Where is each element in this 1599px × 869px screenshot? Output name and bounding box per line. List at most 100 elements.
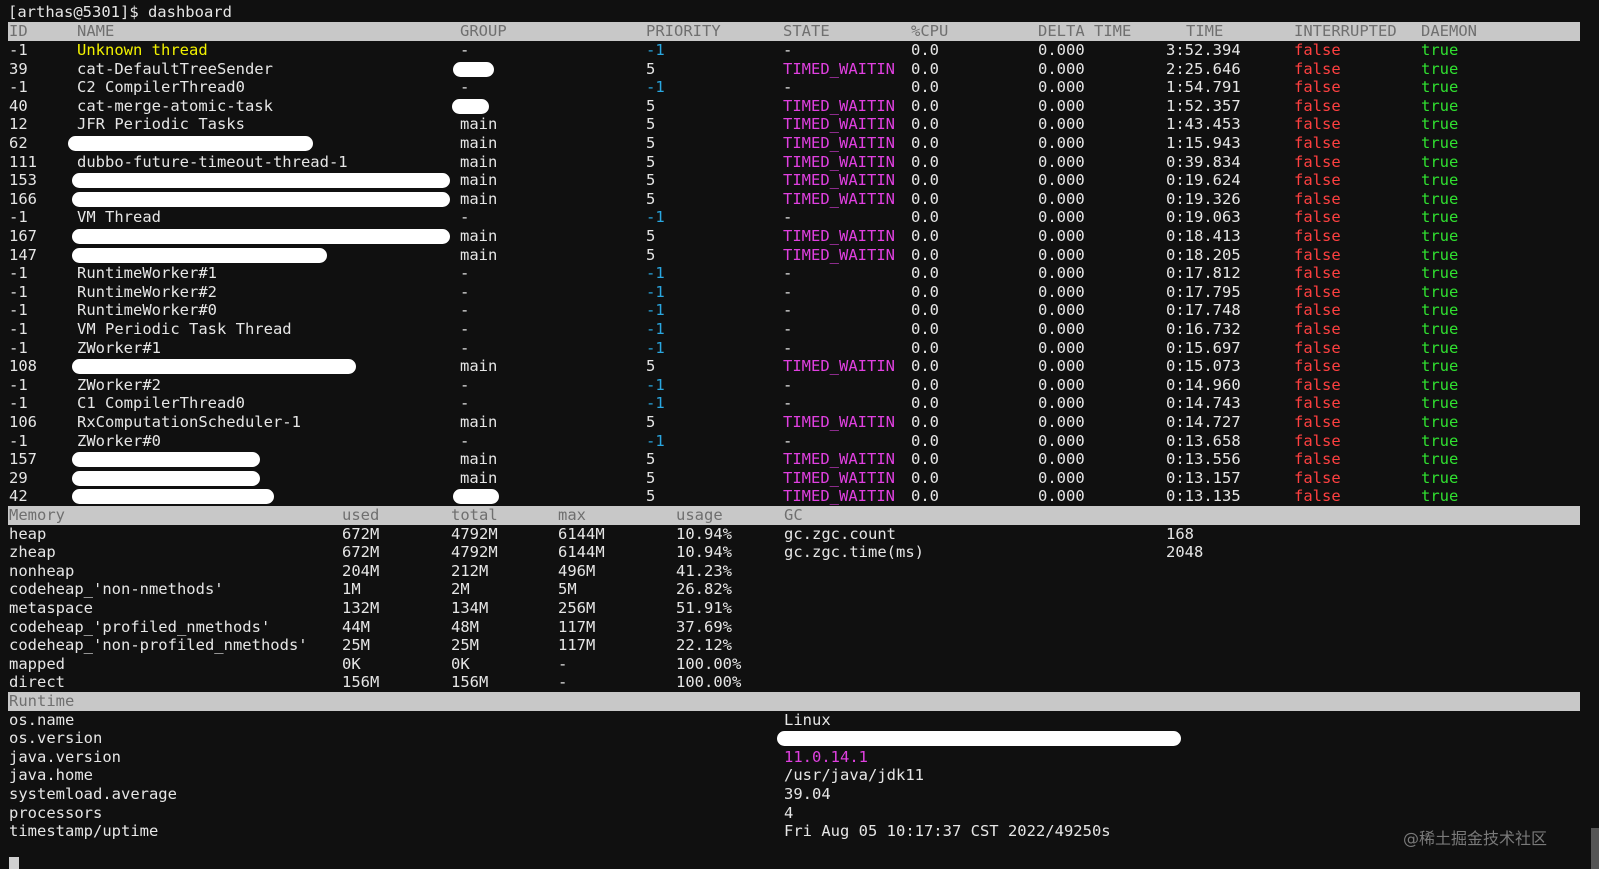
thread-name-cell: VM Periodic Task Thread [77, 320, 292, 338]
thread-header-cell: DAEMON [1421, 22, 1477, 40]
thread-daemon-cell: true [1421, 134, 1459, 152]
thread-id-cell: -1 [9, 301, 28, 320]
thread-row: 153 main 5 TIMED_WAITIN 0.0 0.000 0:19.624 fals… [0, 171, 1580, 190]
thread-time-cell: 1:54.791 [1166, 78, 1241, 97]
memory-row: metaspace 132M 134M 256M 51.91% [0, 599, 1580, 618]
thread-cpu-cell: 0.0 [911, 134, 939, 152]
thread-name-cell: JFR Periodic Tasks [77, 115, 245, 134]
thread-group-cell: main [460, 152, 498, 171]
thread-interrupted-cell: false [1294, 431, 1341, 450]
redaction-mark [72, 229, 450, 244]
memory-row: zheap 672M 4792M 6144M 10.94% gc.zgc.time(ms)… [0, 543, 1580, 562]
redaction-mark [72, 173, 450, 189]
thread-delta-cell: 0.000 [1038, 152, 1085, 171]
thread-cpu-cell: 0.0 [911, 450, 939, 469]
thread-daemon-cell: true [1421, 152, 1459, 171]
thread-row: -1 VM Thread - -1 - 0.0 0.000 0:19.063 false true [0, 208, 1580, 227]
thread-interrupted-cell: false [1294, 357, 1341, 376]
thread-state-cell: TIMED_WAITIN [783, 468, 895, 487]
thread-cpu-cell: 0.0 [911, 152, 939, 171]
thread-time-cell: 1:43.453 [1166, 115, 1241, 134]
thread-cpu-cell: 0.0 [911, 487, 939, 506]
memory-used-cell: 0K [342, 654, 361, 673]
redaction-mark [72, 247, 327, 263]
thread-delta-cell: 0.000 [1038, 41, 1085, 59]
thread-row: -1 C2 CompilerThread0 - -1 - 0.0 0.000 1:54.791… [0, 78, 1580, 97]
thread-id-cell: 29 [9, 468, 28, 487]
thread-delta-cell: 0.000 [1038, 171, 1085, 190]
thread-daemon-cell: true [1421, 320, 1459, 338]
thread-delta-cell: 0.000 [1038, 96, 1085, 115]
memory-used-cell: 1M [342, 580, 361, 599]
memory-max-cell: 117M [558, 617, 596, 636]
terminal-window[interactable]: [arthas@5301]$ dashboard ID NAME GROUP PRIO… [0, 0, 1599, 869]
memory-total-cell: 0K [451, 654, 470, 673]
thread-header-cell: GROUP [460, 22, 507, 40]
thread-row: 167 main 5 TIMED_WAITIN 0.0 0.000 0:18.413 fals… [0, 227, 1580, 246]
thread-header-cell: PRIORITY [646, 22, 721, 40]
thread-priority-cell: 5 [646, 468, 656, 487]
thread-priority-cell: -1 [646, 394, 665, 413]
thread-priority-cell: -1 [646, 320, 665, 338]
thread-interrupted-cell: false [1294, 171, 1341, 190]
thread-group-cell: - [460, 431, 470, 450]
thread-interrupted-cell: false [1294, 282, 1341, 301]
thread-delta-cell: 0.000 [1038, 487, 1085, 506]
runtime-value-cell: Linux [784, 710, 831, 729]
thread-interrupted-cell: false [1294, 264, 1341, 283]
thread-cpu-cell: 0.0 [911, 227, 939, 245]
memory-name-cell: codeheap_'non-nmethods' [9, 580, 224, 599]
memory-max-cell: 496M [558, 561, 596, 580]
runtime-row: timestamp/uptime Fri Aug 05 10:17:37 CST … [0, 822, 1580, 841]
thread-id-cell: -1 [9, 78, 28, 97]
thread-state-cell: TIMED_WAITIN [783, 487, 895, 506]
runtime-key-cell: systemload.average [9, 785, 177, 803]
thread-id-cell: 157 [9, 450, 37, 469]
thread-state-cell: - [783, 394, 793, 413]
thread-daemon-cell: true [1421, 264, 1459, 283]
thread-interrupted-cell: false [1294, 152, 1341, 171]
thread-id-cell: 62 [9, 134, 28, 152]
thread-interrupted-cell: false [1294, 487, 1341, 506]
memory-header-cell: total [451, 506, 498, 524]
scrollbar-thumb[interactable] [1591, 828, 1599, 869]
thread-id-cell: -1 [9, 282, 28, 301]
thread-name-cell: RxComputationScheduler-1 [77, 413, 301, 431]
memory-usage-cell: 10.94% [676, 524, 732, 543]
thread-delta-cell: 0.000 [1038, 413, 1085, 431]
thread-header-cell: DELTA TIME [1038, 22, 1132, 40]
runtime-value-cell: 39.04 [784, 785, 831, 803]
memory-header-cell: usage [676, 506, 723, 524]
thread-cpu-cell: 0.0 [911, 96, 939, 115]
thread-state-cell: TIMED_WAITIN [783, 96, 895, 115]
thread-state-cell: - [783, 375, 793, 394]
thread-daemon-cell: true [1421, 282, 1459, 301]
thread-priority-cell: -1 [646, 338, 665, 357]
thread-state-cell: - [783, 338, 793, 357]
memory-table-header: Memory used total max usage GC [8, 506, 1580, 525]
thread-delta-cell: 0.000 [1038, 245, 1085, 264]
thread-daemon-cell: true [1421, 450, 1459, 469]
memory-row: direct 156M 156M - 100.00% [0, 673, 1580, 692]
thread-state-cell: TIMED_WAITIN [783, 357, 895, 376]
thread-daemon-cell: true [1421, 171, 1459, 190]
thread-time-cell: 0:13.135 [1166, 487, 1241, 506]
runtime-row: os.version [0, 729, 1580, 748]
redaction-mark [72, 452, 260, 468]
watermark-text: @稀土掘金技术社区 [1402, 829, 1547, 848]
thread-priority-cell: 5 [646, 245, 656, 264]
thread-daemon-cell: true [1421, 59, 1459, 78]
thread-cpu-cell: 0.0 [911, 115, 939, 134]
thread-delta-cell: 0.000 [1038, 338, 1085, 357]
thread-priority-cell: -1 [646, 301, 665, 320]
thread-state-cell: TIMED_WAITIN [783, 115, 895, 134]
redaction-mark [453, 489, 499, 505]
thread-interrupted-cell: false [1294, 189, 1341, 208]
thread-state-cell: - [783, 301, 793, 320]
thread-priority-cell: -1 [646, 375, 665, 394]
memory-total-cell: 4792M [451, 524, 498, 543]
thread-group-cell: - [460, 375, 470, 394]
thread-group-cell: main [460, 468, 498, 487]
memory-name-cell: metaspace [9, 599, 93, 617]
thread-delta-cell: 0.000 [1038, 320, 1085, 338]
